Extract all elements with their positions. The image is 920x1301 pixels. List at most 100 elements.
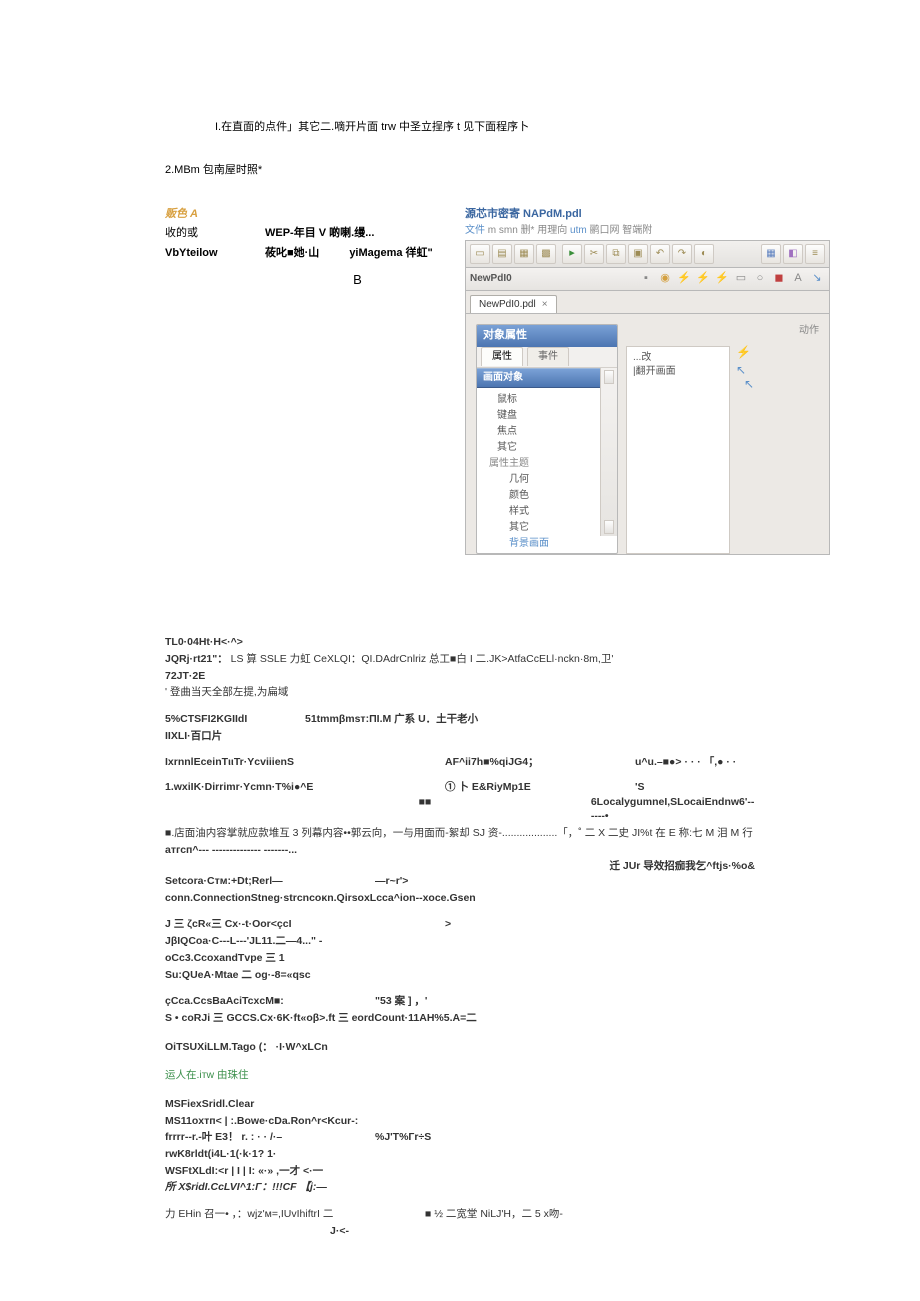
text-line: 5%CTSFI2KGIIdI 51tmmβmsт:ΠI.M 广系 U．土干老小 <box>165 712 755 727</box>
circle-icon[interactable]: ○ <box>752 271 768 287</box>
tree-item[interactable]: 焦点 <box>483 424 617 440</box>
menu-2[interactable]: m smn <box>488 225 518 236</box>
bolt1-icon[interactable]: ⚡ <box>695 271 711 287</box>
panel-tabs: 属性 事件 <box>477 347 617 368</box>
text-line: çCca.CcsBaAciTcxcM■: "53 案 ] ，' <box>165 994 755 1009</box>
tree-group[interactable]: 画面对象 <box>477 368 617 388</box>
tree-item[interactable]: 样式 <box>483 504 617 520</box>
green-text-line: 运人在.iтw 由珠住 <box>165 1068 755 1083</box>
ct-r2c1: VbYteilow <box>165 246 235 261</box>
text-line: IIXLI·百口片 <box>165 729 755 744</box>
tree-item[interactable]: 背景画面 <box>483 536 617 552</box>
grid-icon[interactable]: ▦ <box>761 244 781 264</box>
paste-icon[interactable]: ▣ <box>628 244 648 264</box>
color-table: 贩色 A 收的或 WEP-年目 V 啲喇.缦... VbYteilow 莜叱■她… <box>165 207 445 555</box>
text-line: MSFiexSridl.Clear <box>165 1097 755 1112</box>
list-item[interactable]: |翻开画面 <box>633 365 723 379</box>
file-tab[interactable]: NewPdI0.pdl × <box>470 295 557 313</box>
text-line: TL0·04Ht·H<·^> <box>165 635 755 650</box>
toolbar-separator <box>558 244 560 262</box>
close-icon[interactable]: × <box>542 298 548 312</box>
open-icon[interactable]: ▤ <box>492 244 512 264</box>
text-line: ' 登曲当天全部左提,为扁域 <box>165 685 755 700</box>
copy-icon[interactable]: ⧉ <box>606 244 626 264</box>
tree-item[interactable]: 其它 <box>483 520 617 536</box>
text-span: 'S <box>635 780 645 795</box>
text-span: J 三 ζcR«三 Cx·-t·Oor<çcI <box>165 917 445 932</box>
panel-title: 对象属性 <box>477 325 617 346</box>
list-item[interactable]: ...改 <box>633 351 723 365</box>
new-icon[interactable]: ▭ <box>470 244 490 264</box>
action-list[interactable]: ...改 |翻开画面 <box>626 346 730 554</box>
menu-6[interactable]: 鹂口网 <box>589 225 619 236</box>
properties-panel: 对象属性 属性 事件 画面对象 鼠标 键盘 焦点 其它 属性主题 几何 <box>476 324 618 554</box>
text-span: LS 算 SSLE 力虹 CeXLQI：QI.DAdrCnlriz 总工■白 I… <box>231 653 614 665</box>
tree-view[interactable]: 画面对象 鼠标 键盘 焦点 其它 属性主题 几何 颜色 样式 其它 背景画面 <box>477 368 617 536</box>
lamp-icon[interactable]: ◉ <box>657 271 673 287</box>
text-line: J 三 ζcR«三 Cx·-t·Oor<çcI > <box>165 917 755 932</box>
text-line: oCc3.CcoxandTvpe 三 1 <box>165 951 755 966</box>
text-icon[interactable]: A <box>790 271 806 287</box>
cursor-icon[interactable]: ↖ <box>736 364 750 378</box>
menu-file[interactable]: 文件 <box>465 225 485 236</box>
tree-item[interactable]: 键盘 <box>483 408 617 424</box>
big-b: B <box>165 271 445 289</box>
link-icon[interactable]: ⚡ <box>676 271 692 287</box>
menu-5[interactable]: utm <box>570 225 587 236</box>
action-pane: 动作 ...改 |翻开画面 ⚡ ↖ ↖ <box>626 324 819 554</box>
text-line: JβIQCoa·C---L---'JL11.二—4..." - <box>165 934 755 949</box>
text-line: J·<- <box>165 1224 755 1239</box>
tab-events[interactable]: 事件 <box>527 347 569 366</box>
text-span: IxrnnlEceinTιιTr·YcviiienS <box>165 755 445 770</box>
menu-4[interactable]: 用理向 <box>537 225 567 236</box>
text-span: frrrr--r.-叶 E3！ r. : · · /·– <box>165 1130 375 1145</box>
text-line: frrrr--r.-叶 E3！ r. : · · /·– %J'T%Гr÷S <box>165 1130 755 1145</box>
tree-item[interactable]: 其它 <box>483 440 617 456</box>
text-span: JQRj·rt21"： <box>165 653 228 665</box>
text-span: ① 卜 E&RiyMp1E <box>445 780 635 795</box>
text-span: 力 EHin 召一• ，：wjz'м=,IUvIhiftrI 二 <box>165 1207 425 1222</box>
text-span: AF^ii7h■%qiJG4； <box>445 755 635 770</box>
text-span: 6LocalygumneI,SLocaiEndnw6'------• <box>591 795 755 824</box>
bolt-icon[interactable]: ⚡ <box>736 346 750 360</box>
text-line: 力 EHin 召一• ，：wjz'м=,IUvIhiftrI 二 ■ ½ 二宽堂… <box>165 1207 755 1222</box>
tab-attributes[interactable]: 属性 <box>481 347 523 366</box>
text-line: 所 X$ridI.CcLVI^1:Г：!!!CF 【j:— <box>165 1180 755 1195</box>
text-line: 72JT·2E <box>165 669 755 684</box>
save-icon[interactable]: ▦ <box>514 244 534 264</box>
tree-item[interactable]: 颜色 <box>483 488 617 504</box>
redo-icon[interactable]: ↷ <box>672 244 692 264</box>
text-span: "53 案 ] ，' <box>375 994 427 1009</box>
workspace: 对象属性 属性 事件 画面对象 鼠标 键盘 焦点 其它 属性主题 几何 <box>465 314 830 555</box>
file-tabbar: NewPdI0.pdl × <box>465 291 830 314</box>
bolt2-icon[interactable]: ⚡ <box>714 271 730 287</box>
intro-line-2: 2.MBm 包南屋时照* <box>165 163 755 178</box>
menu-3[interactable]: 删* <box>521 225 535 236</box>
rect-icon[interactable]: ▭ <box>733 271 749 287</box>
props-icon[interactable]: ≡ <box>805 244 825 264</box>
macro-icon[interactable]: ◐ <box>694 244 714 264</box>
menu-7[interactable]: 智端附 <box>622 225 652 236</box>
object-label: NewPdI0 <box>470 272 512 286</box>
tree-item[interactable]: 鼠标 <box>483 392 617 408</box>
text-line: rwK8rldt(i4L·1(·k·1? 1· <box>165 1147 755 1162</box>
text-line: IxrnnlEceinTιιTr·YcviiienS AF^ii7h■%qiJG… <box>165 755 755 770</box>
arrow-icon[interactable]: ↘ <box>809 271 825 287</box>
pointer-icon[interactable]: ▪ <box>638 271 654 287</box>
text-span: 1.wxiIK·Dirrimr·Ycmn·T%i●^E <box>165 780 445 795</box>
main-toolbar: ▭ ▤ ▦ ▩ ▸ ✂ ⧉ ▣ ↶ ↷ ◐ ▦ <box>465 240 830 268</box>
saveall-icon[interactable]: ▩ <box>536 244 556 264</box>
scrollbar[interactable] <box>600 368 617 536</box>
layer-icon[interactable]: ◧ <box>783 244 803 264</box>
lower-text-block: TL0·04Ht·H<·^> JQRj·rt21"： LS 算 SSLE 力虹 … <box>165 635 755 1238</box>
run-icon[interactable]: ▸ <box>562 244 582 264</box>
undo-icon[interactable]: ↶ <box>650 244 670 264</box>
text-line: 1.wxiIK·Dirrimr·Ycmn·T%i●^E ① 卜 E&RiyMp1… <box>165 780 755 795</box>
text-line: WSFtXLdI:<r | I | I: «·» ,一才 <·一 <box>165 1164 755 1179</box>
tree-item[interactable]: 几何 <box>483 472 617 488</box>
tree-group2[interactable]: 属性主题 <box>483 456 617 472</box>
stop-icon[interactable]: ◼ <box>771 271 787 287</box>
app-window: 源芯市密寄 NAPdM.pdl 文件 m smn 删* 用理向 utm 鹂口网 … <box>465 207 830 555</box>
cut-icon[interactable]: ✂ <box>584 244 604 264</box>
cursor2-icon[interactable]: ↖ <box>744 378 758 392</box>
